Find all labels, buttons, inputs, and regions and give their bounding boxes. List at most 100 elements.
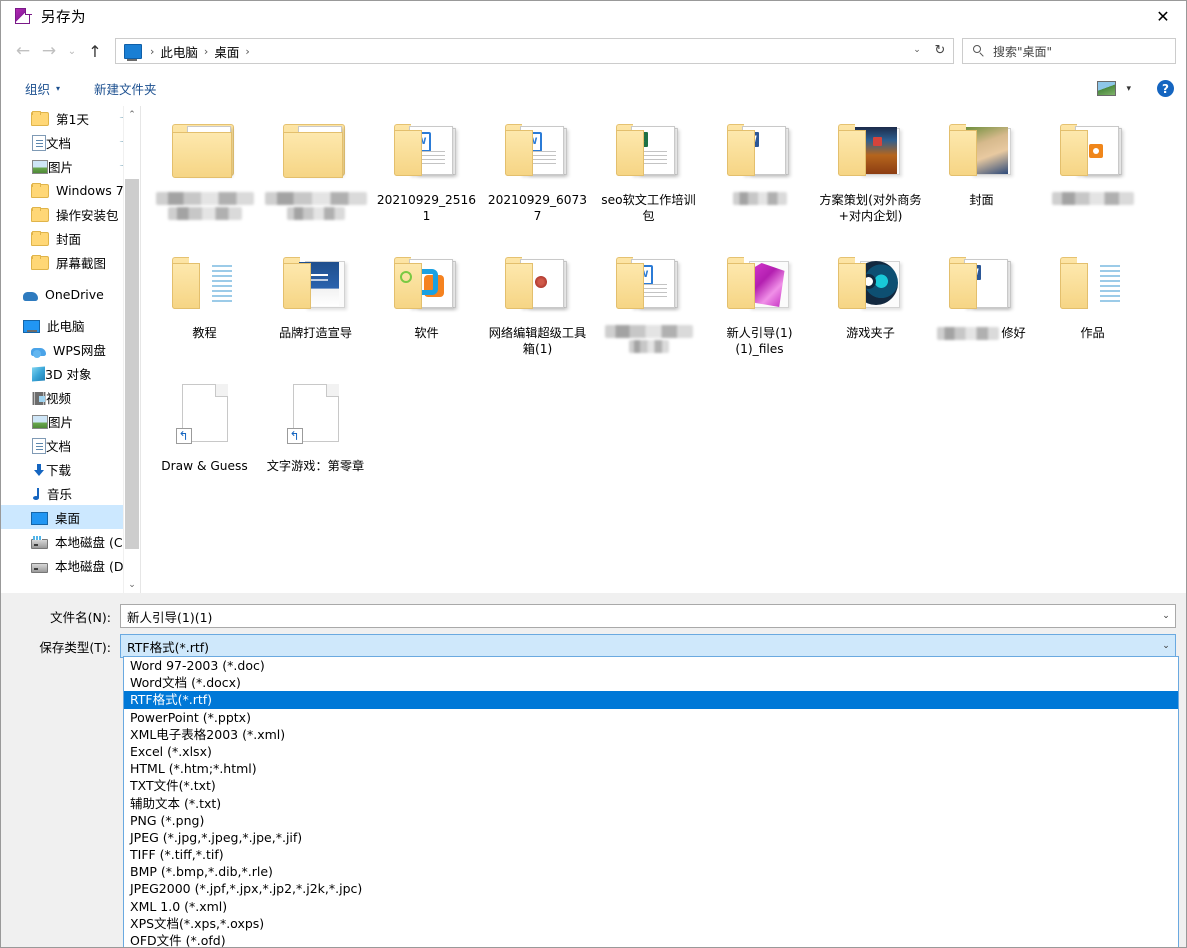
dropdown-option[interactable]: XML 1.0 (*.xml) bbox=[124, 898, 1178, 915]
sidebar-item-wps-drive[interactable]: WPS网盘 bbox=[1, 337, 140, 361]
sidebar-item-documents[interactable]: 文档 bbox=[1, 433, 140, 457]
refresh-icon[interactable]: ↻ bbox=[929, 39, 951, 61]
dropdown-option[interactable]: JPEG (*.jpg,*.jpeg,*.jpe,*.jif) bbox=[124, 829, 1178, 846]
filename-input[interactable]: 新人引导(1)(1) ⌄ bbox=[120, 604, 1176, 628]
sidebar-item-windows7[interactable]: Windows 7 bbox=[1, 178, 140, 202]
up-button[interactable]: ↑ bbox=[82, 38, 108, 64]
chevron-down-icon[interactable]: ⌄ bbox=[907, 39, 927, 61]
sidebar-item-desktop[interactable]: 桌面 bbox=[1, 505, 140, 529]
scroll-down-icon[interactable]: ⌄ bbox=[124, 576, 140, 593]
filetype-dropdown-list[interactable]: Word 97-2003 (*.doc) Word文档 (*.docx) RTF… bbox=[123, 656, 1179, 948]
dropdown-option[interactable]: HTML (*.htm;*.html) bbox=[124, 760, 1178, 777]
list-item[interactable]: W 修好 bbox=[926, 245, 1037, 360]
scrollbar-thumb[interactable] bbox=[125, 179, 139, 549]
chevron-down-icon[interactable]: ▾ bbox=[1126, 84, 1131, 94]
list-item[interactable]: 方案策划(对外商务+对内企划) bbox=[815, 112, 926, 227]
view-mode-icon[interactable] bbox=[1097, 81, 1116, 96]
list-item[interactable]: W bbox=[593, 245, 704, 360]
sidebar-item-label: 3D 对象 bbox=[45, 364, 92, 383]
list-item[interactable]: W 20210929_60737 bbox=[482, 112, 593, 227]
list-item[interactable]: ↰ 文字游戏：第零章 bbox=[260, 378, 371, 474]
sidebar-item-cover[interactable]: 封面 bbox=[1, 226, 140, 250]
back-button[interactable]: ← bbox=[10, 38, 36, 64]
scroll-up-icon[interactable]: ⌃ bbox=[124, 106, 140, 123]
search-box[interactable]: 搜索"桌面" bbox=[962, 38, 1176, 64]
chevron-down-icon[interactable]: ⌄ bbox=[1157, 635, 1175, 657]
list-item[interactable]: 游戏夹子 bbox=[815, 245, 926, 360]
sidebar-item-downloads[interactable]: 下载 bbox=[1, 457, 140, 481]
organize-button[interactable]: 组织 ▾ bbox=[25, 79, 60, 98]
dropdown-option[interactable]: Word 97-2003 (*.doc) bbox=[124, 657, 1178, 674]
sidebar-item-local-disk-d[interactable]: 本地磁盘 (D:) bbox=[1, 553, 140, 577]
file-label: 游戏夹子 bbox=[819, 325, 923, 341]
sidebar-item-this-pc[interactable]: 此电脑 bbox=[1, 313, 140, 337]
dropdown-option[interactable]: JPEG2000 (*.jpf,*.jpx,*.jp2,*.j2k,*.jpc) bbox=[124, 880, 1178, 897]
file-list[interactable]: W 20210929_25161 W 20210929_60737 X bbox=[141, 106, 1186, 593]
shortcut-arrow-icon: ↰ bbox=[287, 428, 303, 444]
list-item[interactable]: 新人引导(1)(1)_files bbox=[704, 245, 815, 360]
list-item[interactable]: ↰ Draw & Guess bbox=[149, 378, 260, 474]
sidebar-item-label: 屏幕截图 bbox=[56, 253, 106, 272]
help-icon[interactable]: ? bbox=[1157, 80, 1174, 97]
folder-icon bbox=[168, 112, 242, 186]
file-label-redacted bbox=[153, 192, 257, 222]
dropdown-option[interactable]: 辅助文本 (*.txt) bbox=[124, 795, 1178, 812]
this-pc-icon bbox=[124, 44, 142, 59]
list-item[interactable]: 网络编辑超级工具箱(1) bbox=[482, 245, 593, 360]
dropdown-option-selected[interactable]: RTF格式(*.rtf) bbox=[124, 691, 1178, 708]
dropdown-option[interactable]: Excel (*.xlsx) bbox=[124, 743, 1178, 760]
list-item[interactable] bbox=[149, 112, 260, 227]
new-folder-button[interactable]: 新建文件夹 bbox=[94, 79, 157, 98]
dropdown-option[interactable]: TXT文件(*.txt) bbox=[124, 777, 1178, 794]
sidebar-item-onedrive[interactable]: OneDrive bbox=[1, 282, 140, 306]
folder-icon bbox=[390, 245, 464, 319]
chevron-down-icon[interactable]: ⌄ bbox=[1157, 605, 1175, 627]
filetype-combobox[interactable]: RTF格式(*.rtf) ⌄ bbox=[120, 634, 1176, 658]
address-bar[interactable]: › 此电脑 › 桌面 › ⌄ ↻ bbox=[115, 38, 954, 64]
dropdown-option[interactable]: PNG (*.png) bbox=[124, 812, 1178, 829]
list-item[interactable]: X seo软文工作培训包 bbox=[593, 112, 704, 227]
sidebar-item-day1[interactable]: 第1天 📌 bbox=[1, 106, 140, 130]
folder-icon bbox=[501, 245, 575, 319]
list-item[interactable]: 教程 bbox=[149, 245, 260, 360]
forward-button[interactable]: → bbox=[36, 38, 62, 64]
list-item[interactable] bbox=[260, 112, 371, 227]
sidebar-item-music[interactable]: 音乐 bbox=[1, 481, 140, 505]
sidebar-item-videos[interactable]: 视频 bbox=[1, 385, 140, 409]
cloud-icon bbox=[23, 292, 38, 301]
dropdown-option[interactable]: PowerPoint (*.pptx) bbox=[124, 709, 1178, 726]
file-label: 方案策划(对外商务+对内企划) bbox=[819, 192, 923, 224]
list-item[interactable]: 品牌打造宣导 bbox=[260, 245, 371, 360]
list-item[interactable] bbox=[1037, 112, 1148, 227]
sidebar-item-3d-objects[interactable]: 3D 对象 bbox=[1, 361, 140, 385]
list-item[interactable]: W bbox=[704, 112, 815, 227]
document-icon bbox=[32, 438, 46, 454]
sidebar-item-pictures-quick[interactable]: 图片 📌 bbox=[1, 154, 140, 178]
dropdown-option[interactable]: XPS文档(*.xps,*.oxps) bbox=[124, 915, 1178, 932]
list-item[interactable]: 作品 bbox=[1037, 245, 1148, 360]
picture-icon bbox=[32, 415, 48, 429]
sidebar-item-screenshots[interactable]: 屏幕截图 bbox=[1, 250, 140, 274]
dropdown-option[interactable]: XML电子表格2003 (*.xml) bbox=[124, 726, 1178, 743]
search-input[interactable]: 搜索"桌面" bbox=[993, 43, 1052, 60]
list-item[interactable]: 软件 bbox=[371, 245, 482, 360]
navigation-tree[interactable]: 第1天 📌 文档 📌 图片 📌 Windows 7 操作安装包 bbox=[1, 106, 140, 593]
sidebar-item-documents-quick[interactable]: 文档 📌 bbox=[1, 130, 140, 154]
dropdown-option[interactable]: TIFF (*.tiff,*.tif) bbox=[124, 846, 1178, 863]
recent-locations-button[interactable]: ⌄ bbox=[62, 38, 82, 64]
desktop-icon bbox=[31, 512, 48, 525]
sidebar-item-pictures[interactable]: 图片 bbox=[1, 409, 140, 433]
music-icon bbox=[33, 487, 47, 501]
breadcrumb-this-pc[interactable]: 此电脑 bbox=[160, 42, 198, 61]
list-item[interactable]: W 20210929_25161 bbox=[371, 112, 482, 227]
sidebar-item-local-disk-c[interactable]: 本地磁盘 (C:) bbox=[1, 529, 140, 553]
breadcrumb-desktop[interactable]: 桌面 bbox=[214, 42, 239, 61]
file-label: 作品 bbox=[1041, 325, 1145, 341]
dropdown-option[interactable]: BMP (*.bmp,*.dib,*.rle) bbox=[124, 863, 1178, 880]
list-item[interactable]: 封面 bbox=[926, 112, 1037, 227]
dropdown-option[interactable]: Word文档 (*.docx) bbox=[124, 674, 1178, 691]
close-icon[interactable]: ✕ bbox=[1140, 1, 1186, 31]
tree-scrollbar[interactable]: ⌃ ⌄ bbox=[123, 106, 140, 593]
sidebar-item-install-packages[interactable]: 操作安装包 bbox=[1, 202, 140, 226]
dropdown-option[interactable]: OFD文件 (*.ofd) bbox=[124, 932, 1178, 948]
